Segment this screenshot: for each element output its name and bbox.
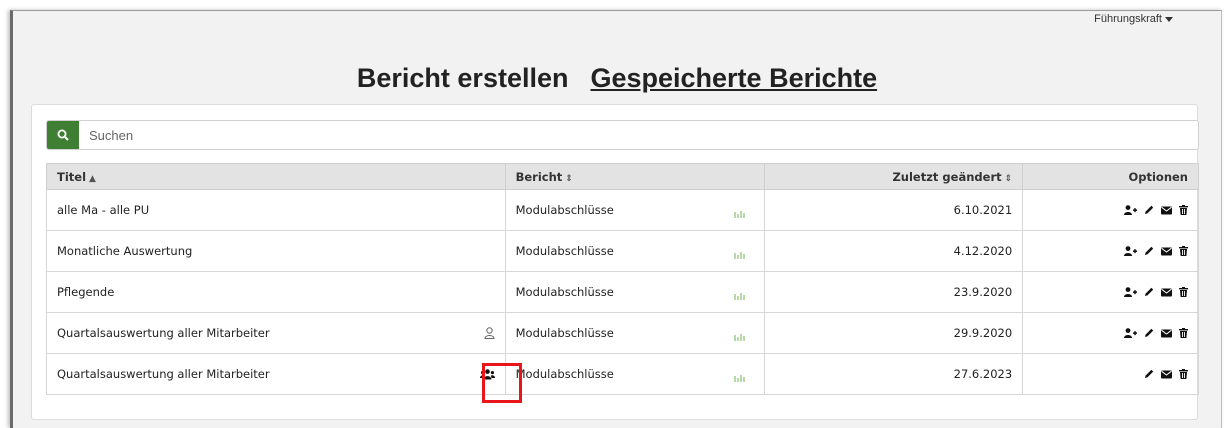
report-type: Modulabschlüsse bbox=[515, 367, 614, 381]
envelope-icon[interactable] bbox=[1161, 370, 1172, 379]
sort-icon: ⇕ bbox=[1004, 173, 1013, 184]
table-header-row: Titel ▲ Bericht ⇕ Zuletzt geändert ⇕ Option… bbox=[46, 163, 1199, 190]
cell-report: Modulabschlüsse bbox=[504, 353, 766, 395]
table-row[interactable]: Pflegende Modulabschlüsse 23.9.2020 bbox=[46, 271, 1199, 313]
cell-modified: 6.10.2021 bbox=[764, 189, 1024, 231]
column-header-options: Optionen bbox=[1022, 163, 1199, 190]
pencil-icon[interactable] bbox=[1144, 205, 1154, 215]
cell-title: Quartalsauswertung aller Mitarbeiter bbox=[46, 353, 506, 395]
cell-report: Modulabschlüsse bbox=[504, 189, 766, 231]
cell-title: Pflegende bbox=[46, 271, 506, 313]
user-role-label: Führungskraft bbox=[1094, 13, 1162, 25]
report-title: Monatliche Auswertung bbox=[57, 244, 193, 258]
cell-title: Monatliche Auswertung bbox=[46, 230, 506, 272]
sort-asc-icon: ▲ bbox=[89, 173, 96, 184]
add-user-icon[interactable] bbox=[1124, 328, 1137, 338]
cell-title: Quartalsauswertung aller Mitarbeiter bbox=[46, 312, 506, 354]
cell-options bbox=[1022, 353, 1199, 395]
pencil-icon[interactable] bbox=[1144, 287, 1154, 297]
modified-date: 23.9.2020 bbox=[953, 285, 1013, 299]
table-row[interactable]: Monatliche Auswertung Modulabschlüsse 4.… bbox=[46, 230, 1199, 272]
report-title: Quartalsauswertung aller Mitarbeiter bbox=[57, 367, 270, 381]
chart-icon[interactable] bbox=[734, 333, 746, 341]
chart-icon[interactable] bbox=[734, 374, 746, 382]
cell-title: alle Ma - alle PU bbox=[46, 189, 506, 231]
app-window: Führungskraft Bericht erstellen Gespeiche… bbox=[10, 10, 1222, 428]
cell-modified: 29.9.2020 bbox=[764, 312, 1024, 354]
pencil-icon[interactable] bbox=[1144, 328, 1154, 338]
modified-date: 4.12.2020 bbox=[953, 244, 1013, 258]
highlight-box bbox=[482, 363, 522, 403]
cell-report: Modulabschlüsse bbox=[504, 230, 766, 272]
cell-modified: 23.9.2020 bbox=[764, 271, 1024, 313]
modified-date: 29.9.2020 bbox=[953, 326, 1013, 340]
modified-date: 6.10.2021 bbox=[953, 203, 1013, 217]
table-row[interactable]: Quartalsauswertung aller Mitarbeiter Mod… bbox=[46, 312, 1199, 354]
table-row[interactable]: Quartalsauswertung aller Mitarbeiter Mod… bbox=[46, 353, 1199, 395]
report-title: Pflegende bbox=[57, 285, 115, 299]
envelope-icon[interactable] bbox=[1161, 247, 1172, 256]
report-type: Modulabschlüsse bbox=[515, 285, 614, 299]
trash-icon[interactable] bbox=[1179, 246, 1188, 256]
report-type: Modulabschlüsse bbox=[515, 326, 614, 340]
saved-reports-table: Titel ▲ Bericht ⇕ Zuletzt geändert ⇕ Option… bbox=[46, 163, 1199, 395]
column-header-title[interactable]: Titel ▲ bbox=[46, 163, 506, 190]
trash-icon[interactable] bbox=[1179, 369, 1188, 379]
saved-reports-link[interactable]: Gespeicherte Berichte bbox=[590, 63, 877, 93]
search-bar bbox=[46, 120, 1199, 150]
envelope-icon[interactable] bbox=[1161, 206, 1172, 215]
cell-report: Modulabschlüsse bbox=[504, 271, 766, 313]
report-title: Quartalsauswertung aller Mitarbeiter bbox=[57, 326, 270, 340]
sort-icon: ⇕ bbox=[565, 173, 573, 184]
search-button[interactable] bbox=[47, 121, 79, 149]
table-row[interactable]: alle Ma - alle PU Modulabschlüsse 6.10.2… bbox=[46, 189, 1199, 231]
report-title: alle Ma - alle PU bbox=[57, 203, 150, 217]
cell-options bbox=[1022, 189, 1199, 231]
trash-icon[interactable] bbox=[1179, 287, 1188, 297]
cell-options bbox=[1022, 312, 1199, 354]
pencil-icon[interactable] bbox=[1144, 246, 1154, 256]
trash-icon[interactable] bbox=[1179, 328, 1188, 338]
user-role-menu[interactable]: Führungskraft bbox=[1094, 13, 1173, 25]
caret-down-icon bbox=[1165, 16, 1173, 22]
column-header-modified[interactable]: Zuletzt geändert ⇕ bbox=[764, 163, 1024, 190]
add-user-icon[interactable] bbox=[1124, 205, 1137, 215]
column-header-report[interactable]: Bericht ⇕ bbox=[504, 163, 766, 190]
cell-report: Modulabschlüsse bbox=[504, 312, 766, 354]
cell-options bbox=[1022, 230, 1199, 272]
report-type: Modulabschlüsse bbox=[515, 244, 614, 258]
cell-modified: 4.12.2020 bbox=[764, 230, 1024, 272]
chart-icon[interactable] bbox=[734, 292, 746, 300]
chart-icon[interactable] bbox=[734, 210, 746, 218]
modified-date: 27.6.2023 bbox=[953, 367, 1013, 381]
reports-panel: Titel▲ Bericht⇕ Zuletzt geändert⇕ Option… bbox=[31, 104, 1199, 420]
add-user-icon[interactable] bbox=[1124, 246, 1137, 256]
add-user-icon[interactable] bbox=[1124, 287, 1137, 297]
trash-icon[interactable] bbox=[1179, 205, 1188, 215]
search-input[interactable] bbox=[79, 121, 1198, 149]
page-heading: Bericht erstellen Gespeicherte Berichte bbox=[13, 63, 1221, 94]
user-outline-icon[interactable] bbox=[484, 327, 495, 339]
envelope-icon[interactable] bbox=[1161, 329, 1172, 338]
report-type: Modulabschlüsse bbox=[515, 203, 614, 217]
envelope-icon[interactable] bbox=[1161, 288, 1172, 297]
chart-icon[interactable] bbox=[734, 251, 746, 259]
create-report-title: Bericht erstellen bbox=[356, 63, 569, 93]
pencil-icon[interactable] bbox=[1144, 369, 1154, 379]
cell-modified: 27.6.2023 bbox=[764, 353, 1024, 395]
cell-options bbox=[1022, 271, 1199, 313]
search-icon bbox=[57, 129, 69, 141]
